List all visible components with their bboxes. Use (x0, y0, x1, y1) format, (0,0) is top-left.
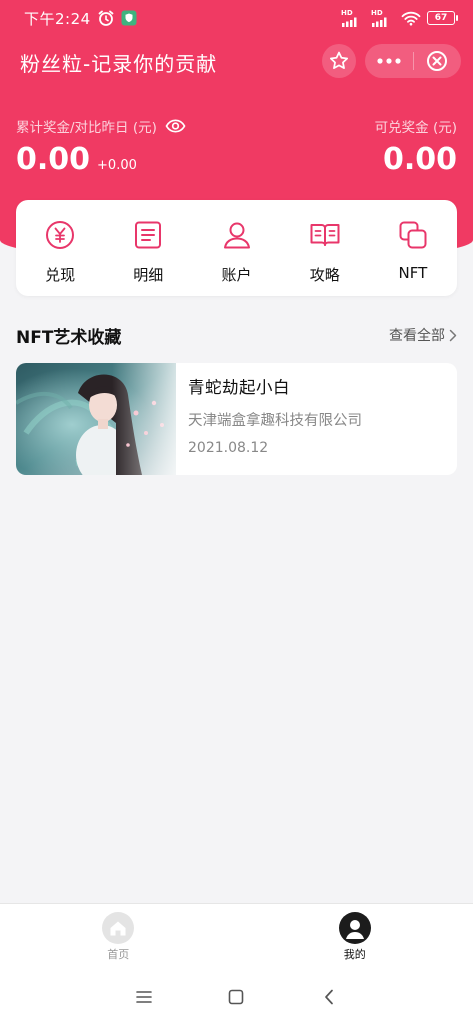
signal-label: HD (341, 8, 353, 17)
system-navigation-bar (0, 969, 473, 1024)
open-book-icon (309, 219, 341, 251)
tab-label: 我的 (343, 948, 366, 961)
nav-bar: 粉丝粒-记录你的贡献 (0, 40, 473, 84)
yuan-circle-icon (44, 219, 76, 251)
user-icon (221, 219, 253, 251)
action-label: 账户 (221, 266, 252, 284)
total-bonus-value: 0.00 (16, 142, 91, 177)
star-icon (328, 50, 350, 72)
document-list-icon (132, 219, 164, 251)
more-button[interactable] (365, 44, 413, 78)
back-icon[interactable] (314, 982, 344, 1012)
battery-icon: 67 (427, 11, 458, 25)
alarm-icon (97, 9, 115, 27)
redeemable-label: 可兑奖金 (元) (374, 120, 457, 136)
favorite-button[interactable] (322, 44, 356, 78)
home-icon (102, 912, 135, 944)
eye-icon[interactable] (165, 119, 186, 133)
home-square-icon[interactable] (221, 982, 251, 1012)
profile-icon (338, 912, 371, 944)
page-title: 粉丝粒-记录你的贡献 (20, 51, 218, 76)
status-time: 下午2:24 (24, 9, 91, 28)
view-all-link[interactable]: 查看全部 (389, 325, 457, 345)
action-account[interactable]: 账户 (192, 200, 280, 296)
quick-actions-card: 兑现 明细 账户 攻略 NFT (16, 200, 457, 296)
total-bonus-value-row: 0.00 +0.00 (16, 142, 137, 177)
signal-icon-2: HD (371, 8, 389, 27)
nft-issuer: 天津端盒拿趣科技有限公司 (188, 413, 362, 429)
total-bonus-label-row: 累计奖金/对比昨日 (元) (16, 116, 186, 136)
tab-label: 首页 (107, 948, 130, 961)
nft-thumbnail-image (16, 363, 176, 475)
daily-change-value: +0.00 (97, 158, 137, 173)
nft-info: 青蛇劫起小白 天津端盒拿趣科技有限公司 2021.08.12 (176, 363, 362, 475)
action-nft[interactable]: NFT (369, 200, 457, 296)
menu-icon[interactable] (129, 982, 159, 1012)
close-circle-icon (426, 50, 448, 72)
shield-app-icon (121, 10, 137, 26)
total-bonus-label: 累计奖金/对比昨日 (元) (16, 120, 157, 136)
action-label: 攻略 (309, 266, 340, 284)
action-label: NFT (398, 264, 428, 282)
signal-label-2: HD (371, 8, 383, 17)
action-redeem[interactable]: 兑现 (16, 200, 104, 296)
action-details[interactable]: 明细 (104, 200, 192, 296)
nft-date: 2021.08.12 (188, 440, 269, 456)
tab-bar: 首页 我的 (0, 903, 473, 969)
view-all-label: 查看全部 (389, 328, 445, 344)
nft-layers-icon (397, 219, 429, 251)
chevron-right-icon (449, 329, 457, 342)
close-button[interactable] (414, 44, 462, 78)
tab-me[interactable]: 我的 (237, 904, 473, 969)
section-title: NFT艺术收藏 (16, 328, 122, 348)
nft-item-card[interactable]: 青蛇劫起小白 天津端盒拿趣科技有限公司 2021.08.12 (16, 363, 457, 475)
more-dots-icon (376, 57, 402, 65)
action-label: 明细 (133, 266, 164, 284)
wifi-icon (401, 11, 421, 26)
status-bar: 下午2:24 HD HD 67 (0, 0, 473, 36)
tab-home[interactable]: 首页 (0, 904, 237, 969)
signal-icon: HD (341, 8, 359, 27)
redeemable-value: 0.00 (382, 142, 457, 177)
miniapp-capsule (365, 44, 461, 78)
action-guide[interactable]: 攻略 (281, 200, 369, 296)
action-label: 兑现 (45, 266, 76, 284)
nft-name: 青蛇劫起小白 (188, 378, 290, 397)
